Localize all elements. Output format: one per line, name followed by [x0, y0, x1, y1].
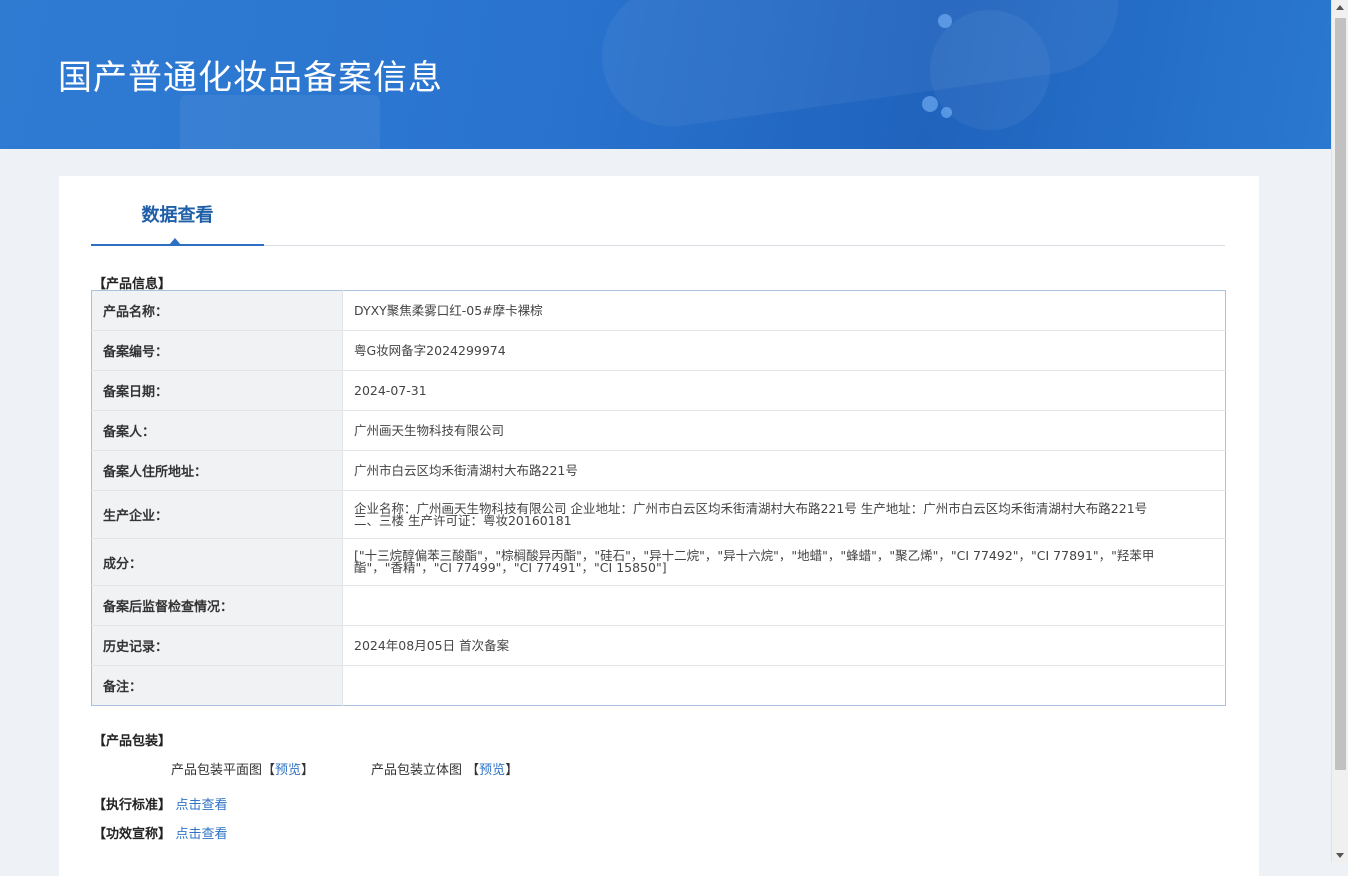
row-value: 粤G妆网备字2024299974 [342, 330, 1226, 371]
banner-dot [941, 107, 952, 118]
packaging-heading: 【产品包装】 [93, 734, 172, 749]
row-label: 备案人住所地址： [91, 450, 343, 491]
row-label: 产品名称： [91, 290, 343, 331]
bracket: 【 [262, 763, 276, 778]
row-value: 企业名称：广州画天生物科技有限公司 企业地址：广州市白云区均禾街清湖村大布路22… [342, 490, 1226, 539]
tab-label: 数据查看 [141, 205, 214, 226]
efficacy-view-link[interactable]: 点击查看 [176, 827, 228, 842]
row-value: DYXY聚焦柔雾口红-05#摩卡裸棕 [354, 302, 543, 318]
table-row: 成分： ["十三烷醇偏苯三酸酯"，"棕榈酸异丙酯"，"硅石"，"异十二烷"，"异十… [91, 538, 1226, 586]
table-row: 备案后监督检查情况： [91, 585, 1226, 626]
table-row: 产品名称： DYXY聚焦柔雾口红-05#摩卡裸棕 [91, 290, 1226, 331]
tab-bar: 数据查看 [91, 204, 1225, 246]
bracket: 】 [301, 763, 315, 778]
banner-dot [922, 96, 938, 112]
packaging-flat-label: 产品包装平面图 [171, 763, 263, 778]
scroll-up-arrow-icon[interactable] [1336, 5, 1344, 10]
packaging-flat-preview-link[interactable]: 预览 [275, 763, 301, 778]
row-value: ["十三烷醇偏苯三酸酯"，"棕榈酸异丙酯"，"硅石"，"异十二烷"，"异十六烷"… [342, 538, 1226, 586]
table-row: 备案日期： 2024-07-31 [91, 370, 1226, 411]
page-title: 国产普通化妆品备案信息 [58, 58, 443, 98]
row-label: 备案编号： [91, 330, 343, 371]
row-label: 生产企业： [91, 490, 343, 539]
row-label: 备案后监督检查情况： [91, 585, 343, 626]
row-value: 广州市白云区均禾街清湖村大布路221号 [342, 450, 1226, 491]
row-value [342, 585, 1226, 626]
tab-data-view[interactable]: 数据查看 [91, 204, 264, 246]
row-value: 广州画天生物科技有限公司 [342, 410, 1226, 451]
vertical-scrollbar[interactable] [1331, 0, 1348, 863]
efficacy-label: 【功效宣称】 [93, 827, 172, 842]
row-value: 2024年08月05日 首次备案 [342, 625, 1226, 666]
scroll-down-arrow-icon[interactable] [1336, 853, 1344, 858]
table-row: 生产企业： 企业名称：广州画天生物科技有限公司 企业地址：广州市白云区均禾街清湖村… [91, 490, 1226, 539]
content-card: 数据查看 【产品信息】 产品名称： DYXY聚焦柔雾口红-05#摩卡裸棕 备案编号… [59, 176, 1259, 876]
packaging-flat-row: 产品包装平面图【预览】 [171, 759, 314, 778]
row-label: 成分： [91, 538, 343, 586]
scrollbar-thumb[interactable] [1335, 18, 1346, 770]
packaging-solid-preview-link[interactable]: 预览 [479, 763, 505, 778]
row-label: 备案日期： [91, 370, 343, 411]
packaging-solid-label: 产品包装立体图 [371, 763, 463, 778]
banner-dot [938, 14, 952, 28]
row-label: 历史记录： [91, 625, 343, 666]
packaging-solid-row: 产品包装立体图 【预览】 [371, 759, 518, 778]
row-value [342, 665, 1226, 706]
efficacy-row: 【功效宣称】 点击查看 [93, 823, 228, 842]
table-row: 备案人： 广州画天生物科技有限公司 [91, 410, 1226, 451]
table-row: 历史记录： 2024年08月05日 首次备案 [91, 625, 1226, 666]
product-info-table: 产品名称： DYXY聚焦柔雾口红-05#摩卡裸棕 备案编号： 粤G妆网备字20242… [91, 290, 1226, 706]
header-banner: 国产普通化妆品备案信息 [0, 0, 1331, 149]
row-value: 2024-07-31 [342, 370, 1226, 411]
tab-active-caret-icon [169, 238, 181, 245]
row-label: 备注： [91, 665, 343, 706]
bracket: 【 [466, 763, 480, 778]
standard-row: 【执行标准】 点击查看 [93, 794, 228, 813]
table-row: 备案人住所地址： 广州市白云区均禾街清湖村大布路221号 [91, 450, 1226, 491]
table-row: 备注： [91, 665, 1226, 706]
banner-decoration [180, 95, 380, 149]
table-row: 备案编号： 粤G妆网备字2024299974 [91, 330, 1226, 371]
row-label: 备案人： [91, 410, 343, 451]
bracket: 】 [505, 763, 519, 778]
standard-view-link[interactable]: 点击查看 [176, 798, 228, 813]
standard-label: 【执行标准】 [93, 798, 172, 813]
